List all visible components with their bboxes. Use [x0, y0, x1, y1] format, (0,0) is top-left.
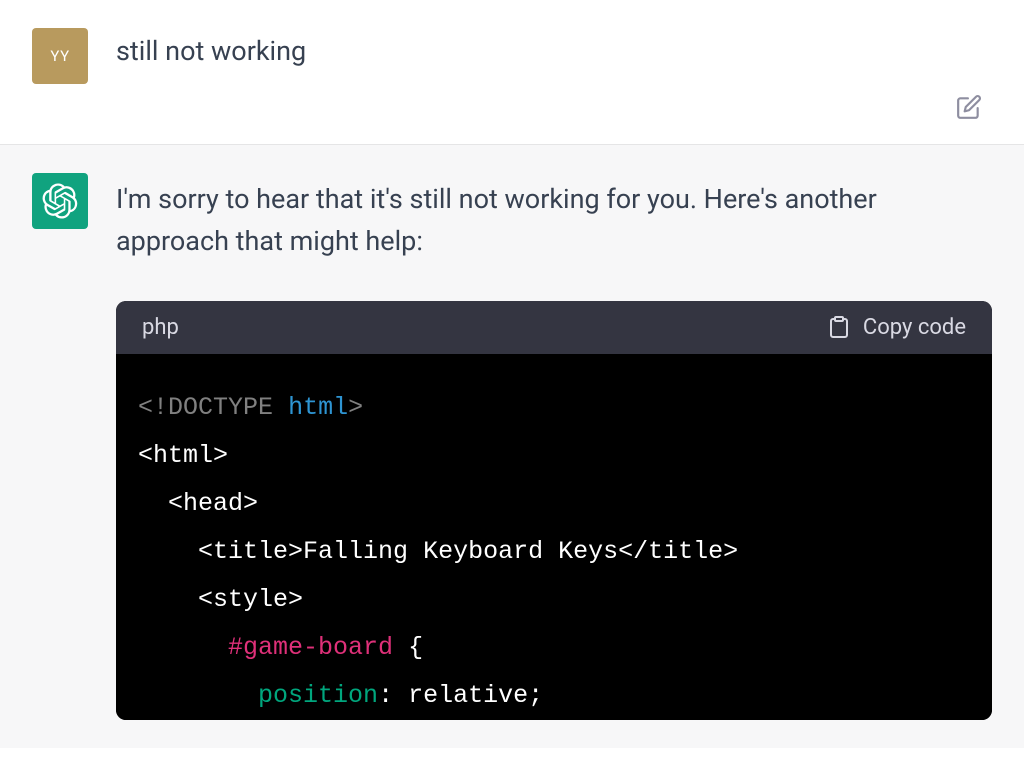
edit-icon	[956, 94, 982, 120]
user-avatar-initials: YY	[50, 47, 69, 65]
assistant-text: I'm sorry to hear that it's still not wo…	[116, 179, 992, 263]
code-header: php Copy code	[116, 301, 992, 354]
assistant-avatar	[32, 173, 88, 229]
copy-code-label: Copy code	[863, 315, 966, 340]
openai-logo-icon	[42, 183, 78, 219]
user-message: YY still not working	[0, 0, 1024, 145]
assistant-message: I'm sorry to hear that it's still not wo…	[0, 145, 1024, 748]
user-text: still not working	[116, 34, 992, 69]
edit-button[interactable]	[954, 92, 984, 122]
copy-code-button[interactable]: Copy code	[827, 315, 966, 340]
assistant-content: I'm sorry to hear that it's still not wo…	[116, 173, 992, 720]
code-language-label: php	[142, 315, 179, 340]
code-body: <!DOCTYPE html> <html> <head> <title>Fal…	[116, 354, 992, 720]
user-avatar: YY	[32, 28, 88, 84]
user-content: still not working	[116, 28, 992, 84]
code-block: php Copy code <!DOCTYPE html> <html> <he…	[116, 301, 992, 720]
clipboard-icon	[827, 315, 851, 339]
